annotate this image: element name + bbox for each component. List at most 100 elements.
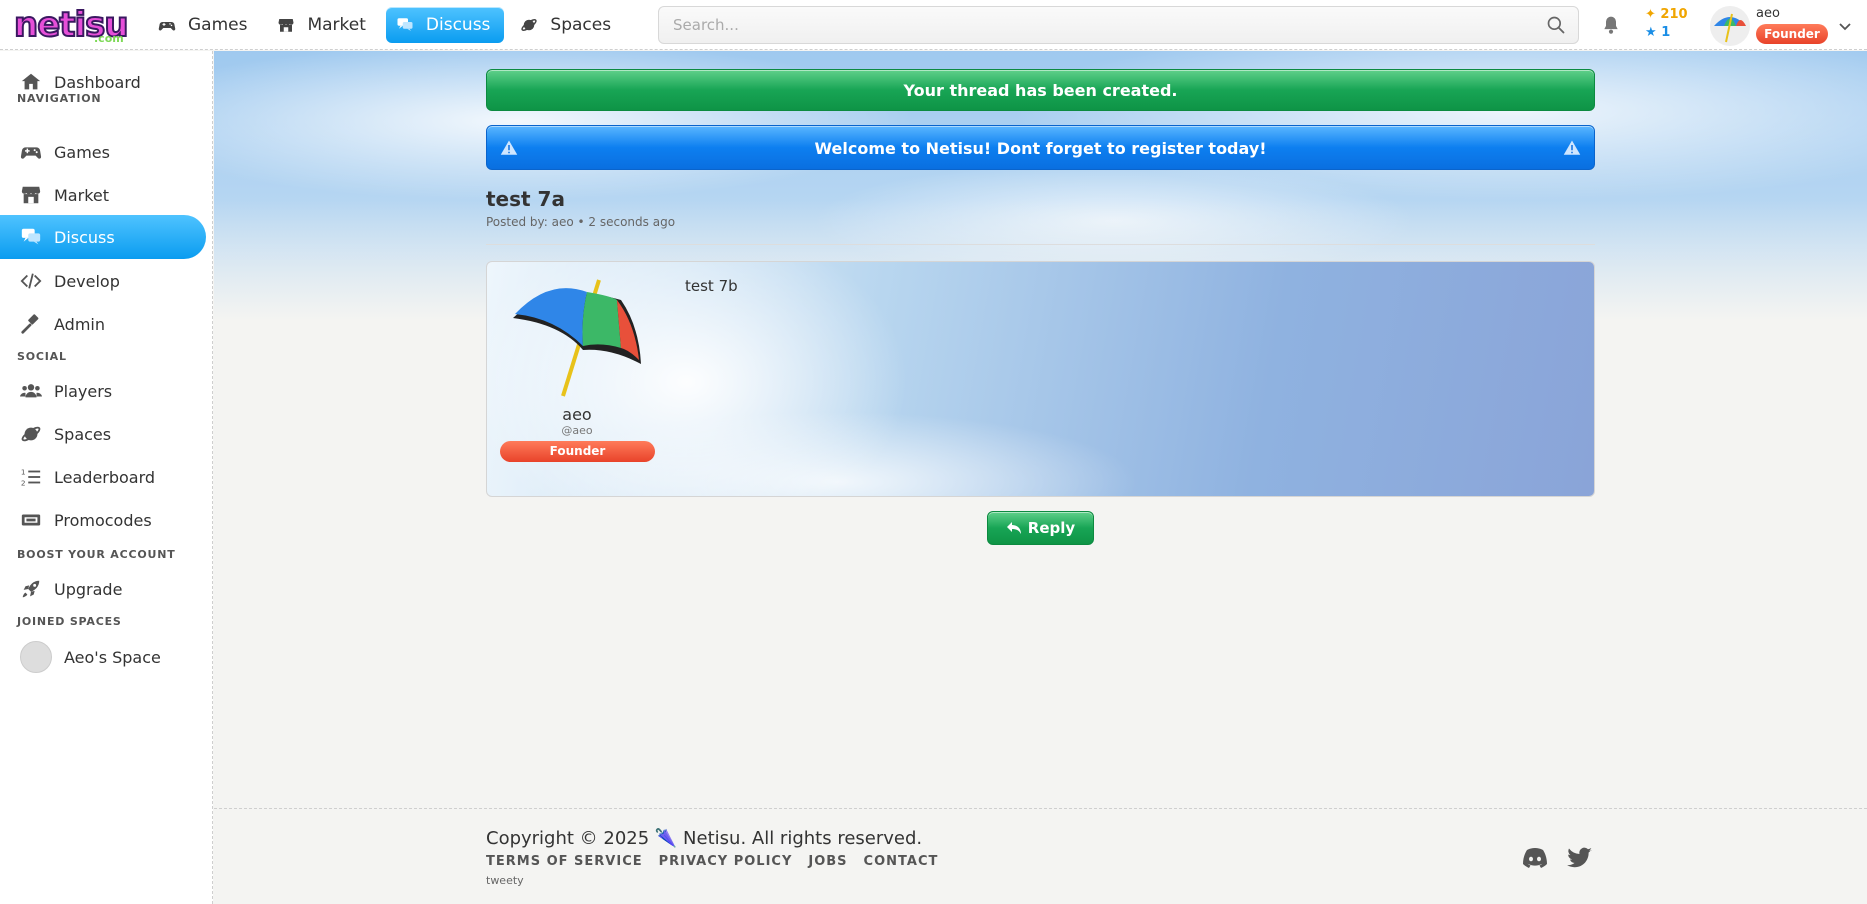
sidebar-item-label: Upgrade — [54, 579, 123, 599]
post-card: aeo @aeo Founder test 7b — [486, 261, 1595, 497]
currency-display[interactable]: ✦ 210 ★ 1 — [1645, 6, 1688, 42]
footer-link-jobs[interactable]: JOBS — [808, 854, 847, 869]
planet-icon — [521, 19, 538, 31]
sidebar-item-label: Games — [54, 142, 110, 162]
home-icon — [21, 73, 41, 90]
store-icon — [278, 19, 294, 32]
thread-meta: Posted by: aeo • 2 seconds ago — [486, 215, 676, 229]
sidebar-item-market[interactable]: Market — [0, 174, 206, 216]
sidebar-heading-joined-spaces: JOINED SPACES — [17, 615, 122, 628]
sidebar-heading-navigation: NAVIGATION — [17, 92, 102, 105]
post-author-name[interactable]: aeo — [487, 405, 667, 424]
topnav-games[interactable]: Games — [148, 7, 261, 43]
footer-link-contact[interactable]: CONTACT — [864, 854, 939, 869]
chat-icon — [397, 18, 413, 31]
user-avatar — [1710, 6, 1750, 46]
star-count: 1 — [1661, 25, 1671, 40]
gamepad-icon — [158, 22, 176, 31]
topnav-spaces-label: Spaces — [550, 15, 612, 35]
ticket-icon — [21, 514, 41, 526]
footer-links: TERMS OF SERVICE PRIVACY POLICY JOBS CON… — [486, 854, 938, 869]
users-icon — [20, 384, 42, 398]
sidebar-item-label: Market — [54, 185, 109, 205]
sidebar-item-aeos-space[interactable]: Aeo's Space — [0, 634, 206, 680]
success-alert-text: Your thread has been created. — [903, 81, 1178, 100]
coin-count: 210 — [1660, 7, 1688, 22]
search-bar — [658, 6, 1579, 44]
sidebar-item-players[interactable]: Players — [0, 370, 206, 412]
sidebar-item-leaderboard[interactable]: 12 Leaderboard — [0, 456, 206, 498]
star-balance: ★ 1 — [1645, 25, 1671, 40]
sidebar-item-label: Discuss — [54, 227, 115, 247]
divider — [486, 244, 1595, 245]
space-avatar — [20, 641, 52, 673]
sidebar-item-discuss[interactable]: Discuss — [0, 215, 206, 259]
netisu-logo[interactable]: netisu .com — [13, 5, 132, 46]
post-author-handle: @aeo — [561, 424, 593, 437]
sidebar-item-upgrade[interactable]: Upgrade — [0, 568, 206, 610]
chevron-down-icon[interactable] — [1838, 22, 1852, 32]
sidebar-item-spaces[interactable]: Spaces — [0, 413, 206, 455]
gavel-icon — [21, 314, 39, 334]
store-icon — [21, 186, 41, 204]
chat-icon — [21, 228, 41, 245]
topnav-market-label: Market — [307, 15, 366, 35]
topnav-games-label: Games — [188, 15, 248, 35]
topnav-discuss-label: Discuss — [425, 15, 491, 35]
topnav-spaces[interactable]: Spaces — [510, 7, 625, 43]
reply-label: Reply — [1027, 519, 1076, 537]
info-alert-text: Welcome to Netisu! Dont forget to regist… — [814, 139, 1267, 158]
founder-badge: Founder — [1756, 24, 1828, 44]
success-alert: Your thread has been created. — [486, 69, 1595, 111]
footer: Copyright © 2025 🌂 Netisu. All rights re… — [214, 808, 1867, 904]
sidebar-item-label: Leaderboard — [54, 467, 156, 487]
sidebar-item-label: Spaces — [54, 424, 112, 444]
info-alert: Welcome to Netisu! Dont forget to regist… — [486, 125, 1595, 170]
umbrella-avatar[interactable] — [511, 278, 641, 398]
gamepad-icon — [20, 147, 42, 159]
warning-icon — [500, 140, 518, 155]
svg-text:1: 1 — [21, 467, 26, 476]
ordered-list-icon: 12 — [21, 467, 41, 487]
footer-sub: tweety — [486, 874, 524, 887]
sidebar-heading-boost: BOOST YOUR ACCOUNT — [17, 548, 176, 561]
coin-balance: ✦ 210 — [1645, 7, 1688, 22]
post-body: test 7b — [685, 277, 738, 295]
copyright-text: Copyright © 2025 🌂 Netisu. All rights re… — [486, 828, 923, 849]
reply-icon — [1006, 522, 1021, 534]
warning-icon — [1563, 140, 1581, 155]
username: aeo — [1756, 6, 1780, 21]
sidebar-heading-social: SOCIAL — [17, 350, 67, 363]
search-icon[interactable] — [1546, 15, 1566, 35]
top-nav: Games Market Discuss Spaces — [148, 7, 625, 43]
footer-link-privacy[interactable]: PRIVACY POLICY — [659, 854, 793, 869]
sidebar: Dashboard NAVIGATION Games Market Discus… — [0, 51, 213, 904]
sidebar-item-label: Promocodes — [54, 510, 152, 530]
search-input[interactable] — [659, 16, 1546, 34]
reply-button[interactable]: Reply — [987, 511, 1094, 545]
sidebar-item-label: Aeo's Space — [64, 647, 161, 667]
discord-icon[interactable] — [1522, 847, 1548, 869]
topnav-discuss[interactable]: Discuss — [385, 7, 505, 43]
footer-link-terms[interactable]: TERMS OF SERVICE — [486, 854, 643, 869]
svg-text:2: 2 — [21, 478, 26, 487]
code-icon — [20, 273, 42, 289]
sidebar-item-label: Develop — [54, 271, 120, 291]
sidebar-item-label: Players — [54, 381, 113, 401]
planet-icon — [21, 426, 41, 442]
logo-sub: .com — [94, 32, 124, 45]
topnav-market[interactable]: Market — [267, 7, 379, 43]
sidebar-item-admin[interactable]: Admin — [0, 303, 206, 345]
bell-icon[interactable] — [1601, 14, 1621, 36]
sidebar-item-develop[interactable]: Develop — [0, 260, 206, 302]
sidebar-item-label: Admin — [54, 314, 105, 334]
sidebar-item-label: Dashboard — [54, 72, 141, 92]
thread-title: test 7a — [486, 187, 565, 211]
rocket-icon — [22, 580, 40, 598]
sidebar-item-games[interactable]: Games — [0, 131, 206, 173]
founder-badge: Founder — [500, 441, 655, 462]
top-bar: netisu .com Games Market Discuss Spaces … — [0, 0, 1867, 50]
sidebar-item-promocodes[interactable]: Promocodes — [0, 499, 206, 541]
twitter-icon[interactable] — [1567, 847, 1593, 869]
user-menu[interactable]: aeo Founder — [1710, 4, 1860, 46]
